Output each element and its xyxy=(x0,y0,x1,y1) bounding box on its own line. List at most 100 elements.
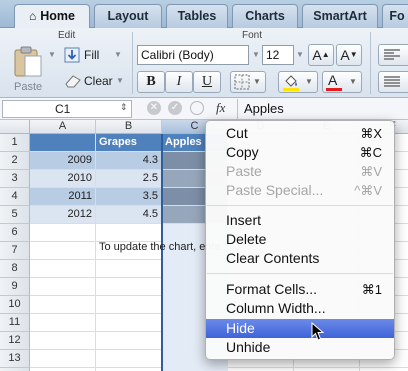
menu-item-format-cells[interactable]: Format Cells... ⌘1 xyxy=(206,280,394,299)
ribbon-tab-bar: ⌂ Home Layout Tables Charts SmartArt Fo xyxy=(0,0,408,29)
cell-a3[interactable]: 2010 xyxy=(30,170,96,188)
borders-icon xyxy=(234,74,250,90)
menu-item-unhide[interactable]: Unhide xyxy=(206,338,394,357)
row-header[interactable]: 8 xyxy=(0,260,30,278)
cell-b5[interactable]: 4.5 xyxy=(96,206,162,224)
cell-b3[interactable]: 2.5 xyxy=(96,170,162,188)
paste-button[interactable]: Paste xyxy=(8,44,48,94)
cell-b2[interactable]: 4.3 xyxy=(96,152,162,170)
ribbon: Edit Font Paste ▼ Fill ▼ Clear ▼ Calibri… xyxy=(0,28,408,98)
row-header[interactable]: 5 xyxy=(0,206,30,224)
menu-item-insert[interactable]: Insert xyxy=(206,211,394,230)
context-menu: Cut ⌘X Copy ⌘C Paste ⌘V Paste Special...… xyxy=(205,120,395,360)
formula-bar: C1 ⇕ ✕ ✓ fx Apples xyxy=(0,98,408,120)
function-wizard-icon[interactable] xyxy=(190,101,204,115)
tab-home-label: Home xyxy=(40,9,75,23)
menu-item-cut[interactable]: Cut ⌘X xyxy=(206,124,394,143)
font-size-dropdown-icon[interactable]: ▼ xyxy=(296,50,304,59)
row-header[interactable]: 1 xyxy=(0,134,30,152)
row-header[interactable]: 3 xyxy=(0,170,30,188)
row-header[interactable]: 12 xyxy=(0,332,30,350)
menu-item-label: Cut xyxy=(226,125,248,141)
align-justify-icon xyxy=(384,76,400,87)
eraser-icon xyxy=(65,75,81,88)
select-all-corner[interactable] xyxy=(0,120,30,134)
shrink-font-icon: A xyxy=(340,47,350,63)
cell-a4[interactable]: 2011 xyxy=(30,188,96,206)
name-box[interactable]: C1 xyxy=(2,100,132,118)
italic-button[interactable]: I xyxy=(165,71,193,93)
borders-dropdown-icon: ▼ xyxy=(253,77,261,86)
menu-item-delete[interactable]: Delete xyxy=(206,230,394,249)
menu-item-column-width[interactable]: Column Width... xyxy=(206,299,394,318)
borders-button[interactable]: ▼ xyxy=(230,71,266,93)
tab-tables[interactable]: Tables xyxy=(166,4,228,28)
edit-group-title: Edit xyxy=(58,30,76,41)
cell-a1[interactable] xyxy=(30,134,96,152)
column-header-a[interactable]: A xyxy=(30,120,96,134)
fill-color-button[interactable]: ▼ xyxy=(278,71,318,93)
menu-item-hide[interactable]: Hide xyxy=(206,319,394,338)
tab-home[interactable]: ⌂ Home xyxy=(14,4,90,29)
paste-dropdown-icon[interactable]: ▼ xyxy=(48,50,56,59)
fill-button[interactable]: Fill ▼ xyxy=(64,46,126,66)
tab-smartart[interactable]: SmartArt xyxy=(302,4,378,28)
font-name-select[interactable]: Calibri (Body) xyxy=(137,45,249,65)
menu-separator xyxy=(207,205,393,206)
menu-item-label: Copy xyxy=(226,144,259,160)
cancel-icon[interactable]: ✕ xyxy=(147,101,161,115)
font-name-value: Calibri (Body) xyxy=(141,48,214,62)
cell-b4[interactable]: 3.5 xyxy=(96,188,162,206)
align-left-icon xyxy=(384,49,400,60)
tab-layout[interactable]: Layout xyxy=(94,4,162,28)
menu-item-shortcut: ⌘X xyxy=(360,126,382,141)
chart-instruction-note: To update the chart, ente xyxy=(99,241,221,253)
menu-item-paste: Paste ⌘V xyxy=(206,162,394,181)
row-header[interactable]: 2 xyxy=(0,152,30,170)
underline-button[interactable]: U xyxy=(193,71,221,93)
tab-charts[interactable]: Charts xyxy=(232,4,298,28)
menu-item-paste-special: Paste Special... ^⌘V xyxy=(206,181,394,200)
cell-a2[interactable]: 2009 xyxy=(30,152,96,170)
font-color-button[interactable]: A ▼ xyxy=(322,71,362,93)
menu-item-shortcut: ⌘V xyxy=(360,164,382,179)
fx-label[interactable]: fx xyxy=(216,100,225,116)
row-header[interactable]: 7 xyxy=(0,242,30,260)
name-box-stepper-icon[interactable]: ⇕ xyxy=(120,102,128,113)
menu-separator xyxy=(207,273,393,274)
font-size-value: 12 xyxy=(266,48,280,62)
align-left-button[interactable] xyxy=(378,44,408,66)
fill-dropdown-icon: ▼ xyxy=(114,50,122,59)
grow-font-button[interactable]: A▲ xyxy=(308,44,334,66)
clear-button[interactable]: Clear ▼ xyxy=(64,72,126,92)
row-header[interactable]: 6 xyxy=(0,224,30,242)
font-color-icon: A xyxy=(328,72,338,88)
cell-a5[interactable]: 2012 xyxy=(30,206,96,224)
shrink-font-button[interactable]: A▼ xyxy=(336,44,362,66)
clipboard-icon xyxy=(14,46,42,77)
font-size-select[interactable]: 12 xyxy=(262,45,294,65)
bold-button[interactable]: B xyxy=(137,71,165,93)
cell-reference: C1 xyxy=(55,102,71,116)
menu-item-clear-contents[interactable]: Clear Contents xyxy=(206,249,394,268)
menu-item-label: Paste Special... xyxy=(226,182,324,198)
row-header[interactable]: 9 xyxy=(0,278,30,296)
tab-format[interactable]: Fo xyxy=(382,4,408,28)
fill-label: Fill xyxy=(84,48,100,62)
font-color-dropdown-icon: ▼ xyxy=(349,77,357,86)
cell-b1[interactable]: Grapes xyxy=(96,134,162,152)
group-separator xyxy=(370,32,371,94)
row-header[interactable]: 4 xyxy=(0,188,30,206)
column-header-b[interactable]: B xyxy=(96,120,162,134)
clear-dropdown-icon: ▼ xyxy=(116,76,124,85)
row-header[interactable]: 11 xyxy=(0,314,30,332)
group-separator xyxy=(132,32,133,94)
font-name-dropdown-icon[interactable]: ▼ xyxy=(252,50,260,59)
menu-item-copy[interactable]: Copy ⌘C xyxy=(206,143,394,162)
mouse-pointer-icon xyxy=(311,322,325,341)
formula-input[interactable]: Apples xyxy=(244,101,284,116)
row-header[interactable]: 13 xyxy=(0,350,30,368)
row-header[interactable]: 10 xyxy=(0,296,30,314)
confirm-icon[interactable]: ✓ xyxy=(168,101,182,115)
align-bottom-button[interactable] xyxy=(378,71,408,93)
